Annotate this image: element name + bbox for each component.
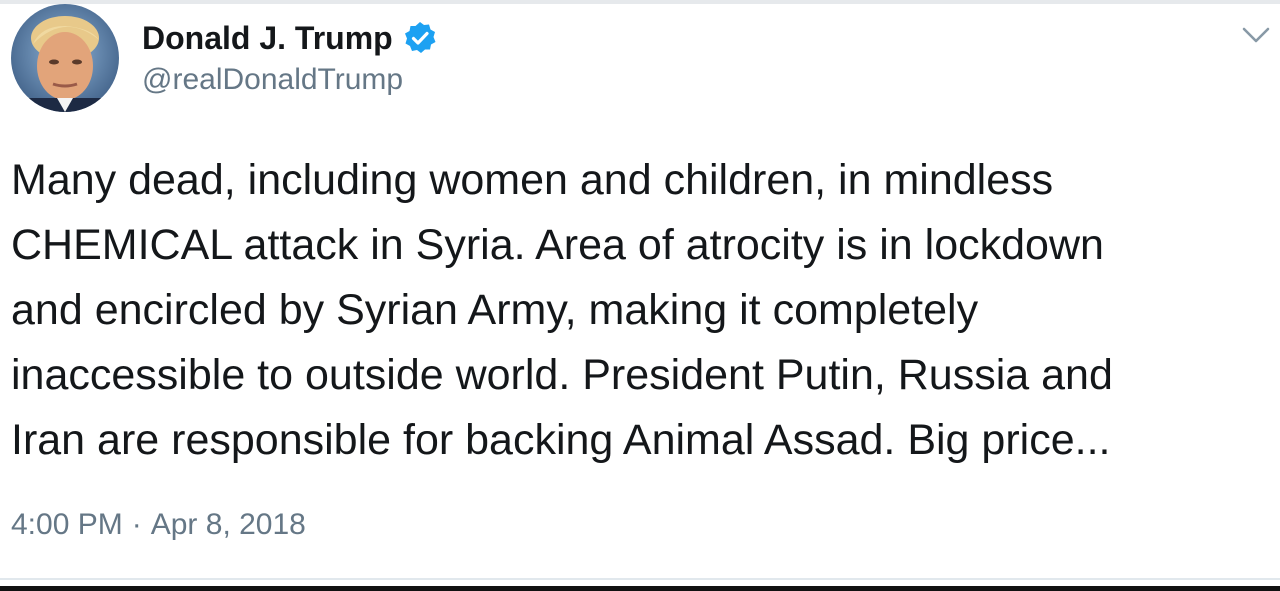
tweet-text-line: Many dead, including women and children,… <box>11 156 1054 204</box>
author-name-row[interactable]: Donald J. Trump <box>142 18 437 58</box>
tweet-text-line: CHEMICAL attack in Syria. Area of atroci… <box>11 221 1104 269</box>
meta-separator: · <box>131 508 142 541</box>
tweet-time[interactable]: 4:00 PM <box>11 508 123 541</box>
tweet-menu-button[interactable] <box>1240 20 1272 48</box>
tweet-text: Many dead, including women and children,… <box>11 148 1261 473</box>
tweet-date[interactable]: Apr 8, 2018 <box>151 508 306 541</box>
top-border <box>0 0 1280 4</box>
verified-badge-icon <box>403 21 437 55</box>
bottom-edge <box>0 586 1280 591</box>
tweet-text-line: Iran are responsible for backing Animal … <box>11 416 1111 464</box>
chevron-down-icon <box>1242 27 1270 43</box>
profile-photo-icon <box>11 4 119 112</box>
tweet-card: Donald J. Trump @realDonaldTrump Many de… <box>0 0 1280 591</box>
tweet-text-line: and encircled by Syrian Army, making it … <box>11 286 979 334</box>
avatar[interactable] <box>11 4 119 112</box>
author-handle[interactable]: @realDonaldTrump <box>142 60 403 100</box>
divider <box>0 578 1280 580</box>
tweet-timestamp: 4:00 PM · Apr 8, 2018 <box>11 503 306 547</box>
tweet-text-line: inaccessible to outside world. President… <box>11 351 1113 399</box>
author-display-name[interactable]: Donald J. Trump <box>142 18 393 58</box>
